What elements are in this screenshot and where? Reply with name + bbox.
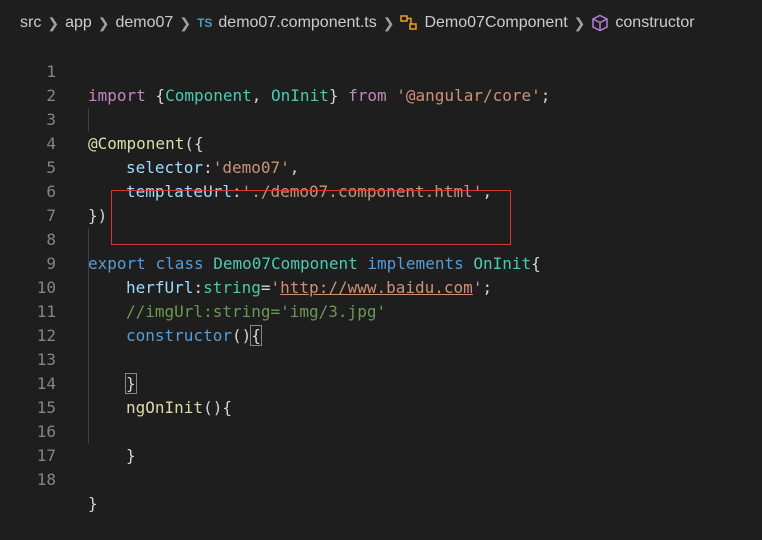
code-line[interactable]: 18 } — [0, 444, 762, 513]
code-line[interactable]: 6 }) — [0, 156, 762, 225]
breadcrumb-item-constructor[interactable]: constructor — [615, 14, 694, 32]
code-line[interactable]: 4 selector:'demo07', — [0, 108, 762, 177]
breadcrumb-item-app[interactable]: app — [65, 14, 92, 32]
code-editor[interactable]: 1 import {Component, OnInit} from '@angu… — [0, 36, 762, 513]
highlight-annotation-box — [111, 190, 511, 245]
line-number: 18 — [36, 470, 56, 489]
code-line[interactable]: 10 //imgUrl:string='img/3.jpg' — [0, 252, 762, 321]
chevron-right-icon: ❯ — [573, 14, 586, 31]
code-line[interactable]: 16 } — [0, 396, 762, 465]
chevron-right-icon: ❯ — [97, 14, 110, 31]
chevron-right-icon: ❯ — [47, 14, 60, 31]
code-line[interactable]: 12 — [0, 300, 762, 345]
typescript-file-icon: TS — [197, 16, 213, 30]
code-line[interactable]: 13 } — [0, 324, 762, 394]
code-line[interactable]: 11 constructor(){ — [0, 276, 762, 346]
class-symbol-icon — [400, 15, 418, 31]
punctuation: } — [88, 494, 98, 513]
breadcrumb-item-class[interactable]: Demo07Component — [424, 14, 567, 32]
code-line[interactable]: 15 — [0, 372, 762, 417]
method-symbol-icon — [591, 14, 609, 32]
code-line[interactable]: 2 — [0, 60, 762, 105]
code-line[interactable]: 3 @Component({ — [0, 84, 762, 153]
breadcrumb-item-file[interactable]: demo07.component.ts — [218, 14, 376, 32]
chevron-right-icon: ❯ — [179, 14, 192, 31]
code-line[interactable]: 1 import {Component, OnInit} from '@angu… — [0, 36, 762, 105]
code-line[interactable]: 5 templateUrl:'./demo07.component.html', — [0, 132, 762, 201]
code-line[interactable]: 17 — [0, 420, 762, 465]
breadcrumb-item-demo07[interactable]: demo07 — [116, 14, 174, 32]
chevron-right-icon: ❯ — [382, 14, 395, 31]
code-line[interactable]: 14 ngOnInit(){ — [0, 348, 762, 417]
breadcrumb-item-src[interactable]: src — [20, 14, 41, 32]
